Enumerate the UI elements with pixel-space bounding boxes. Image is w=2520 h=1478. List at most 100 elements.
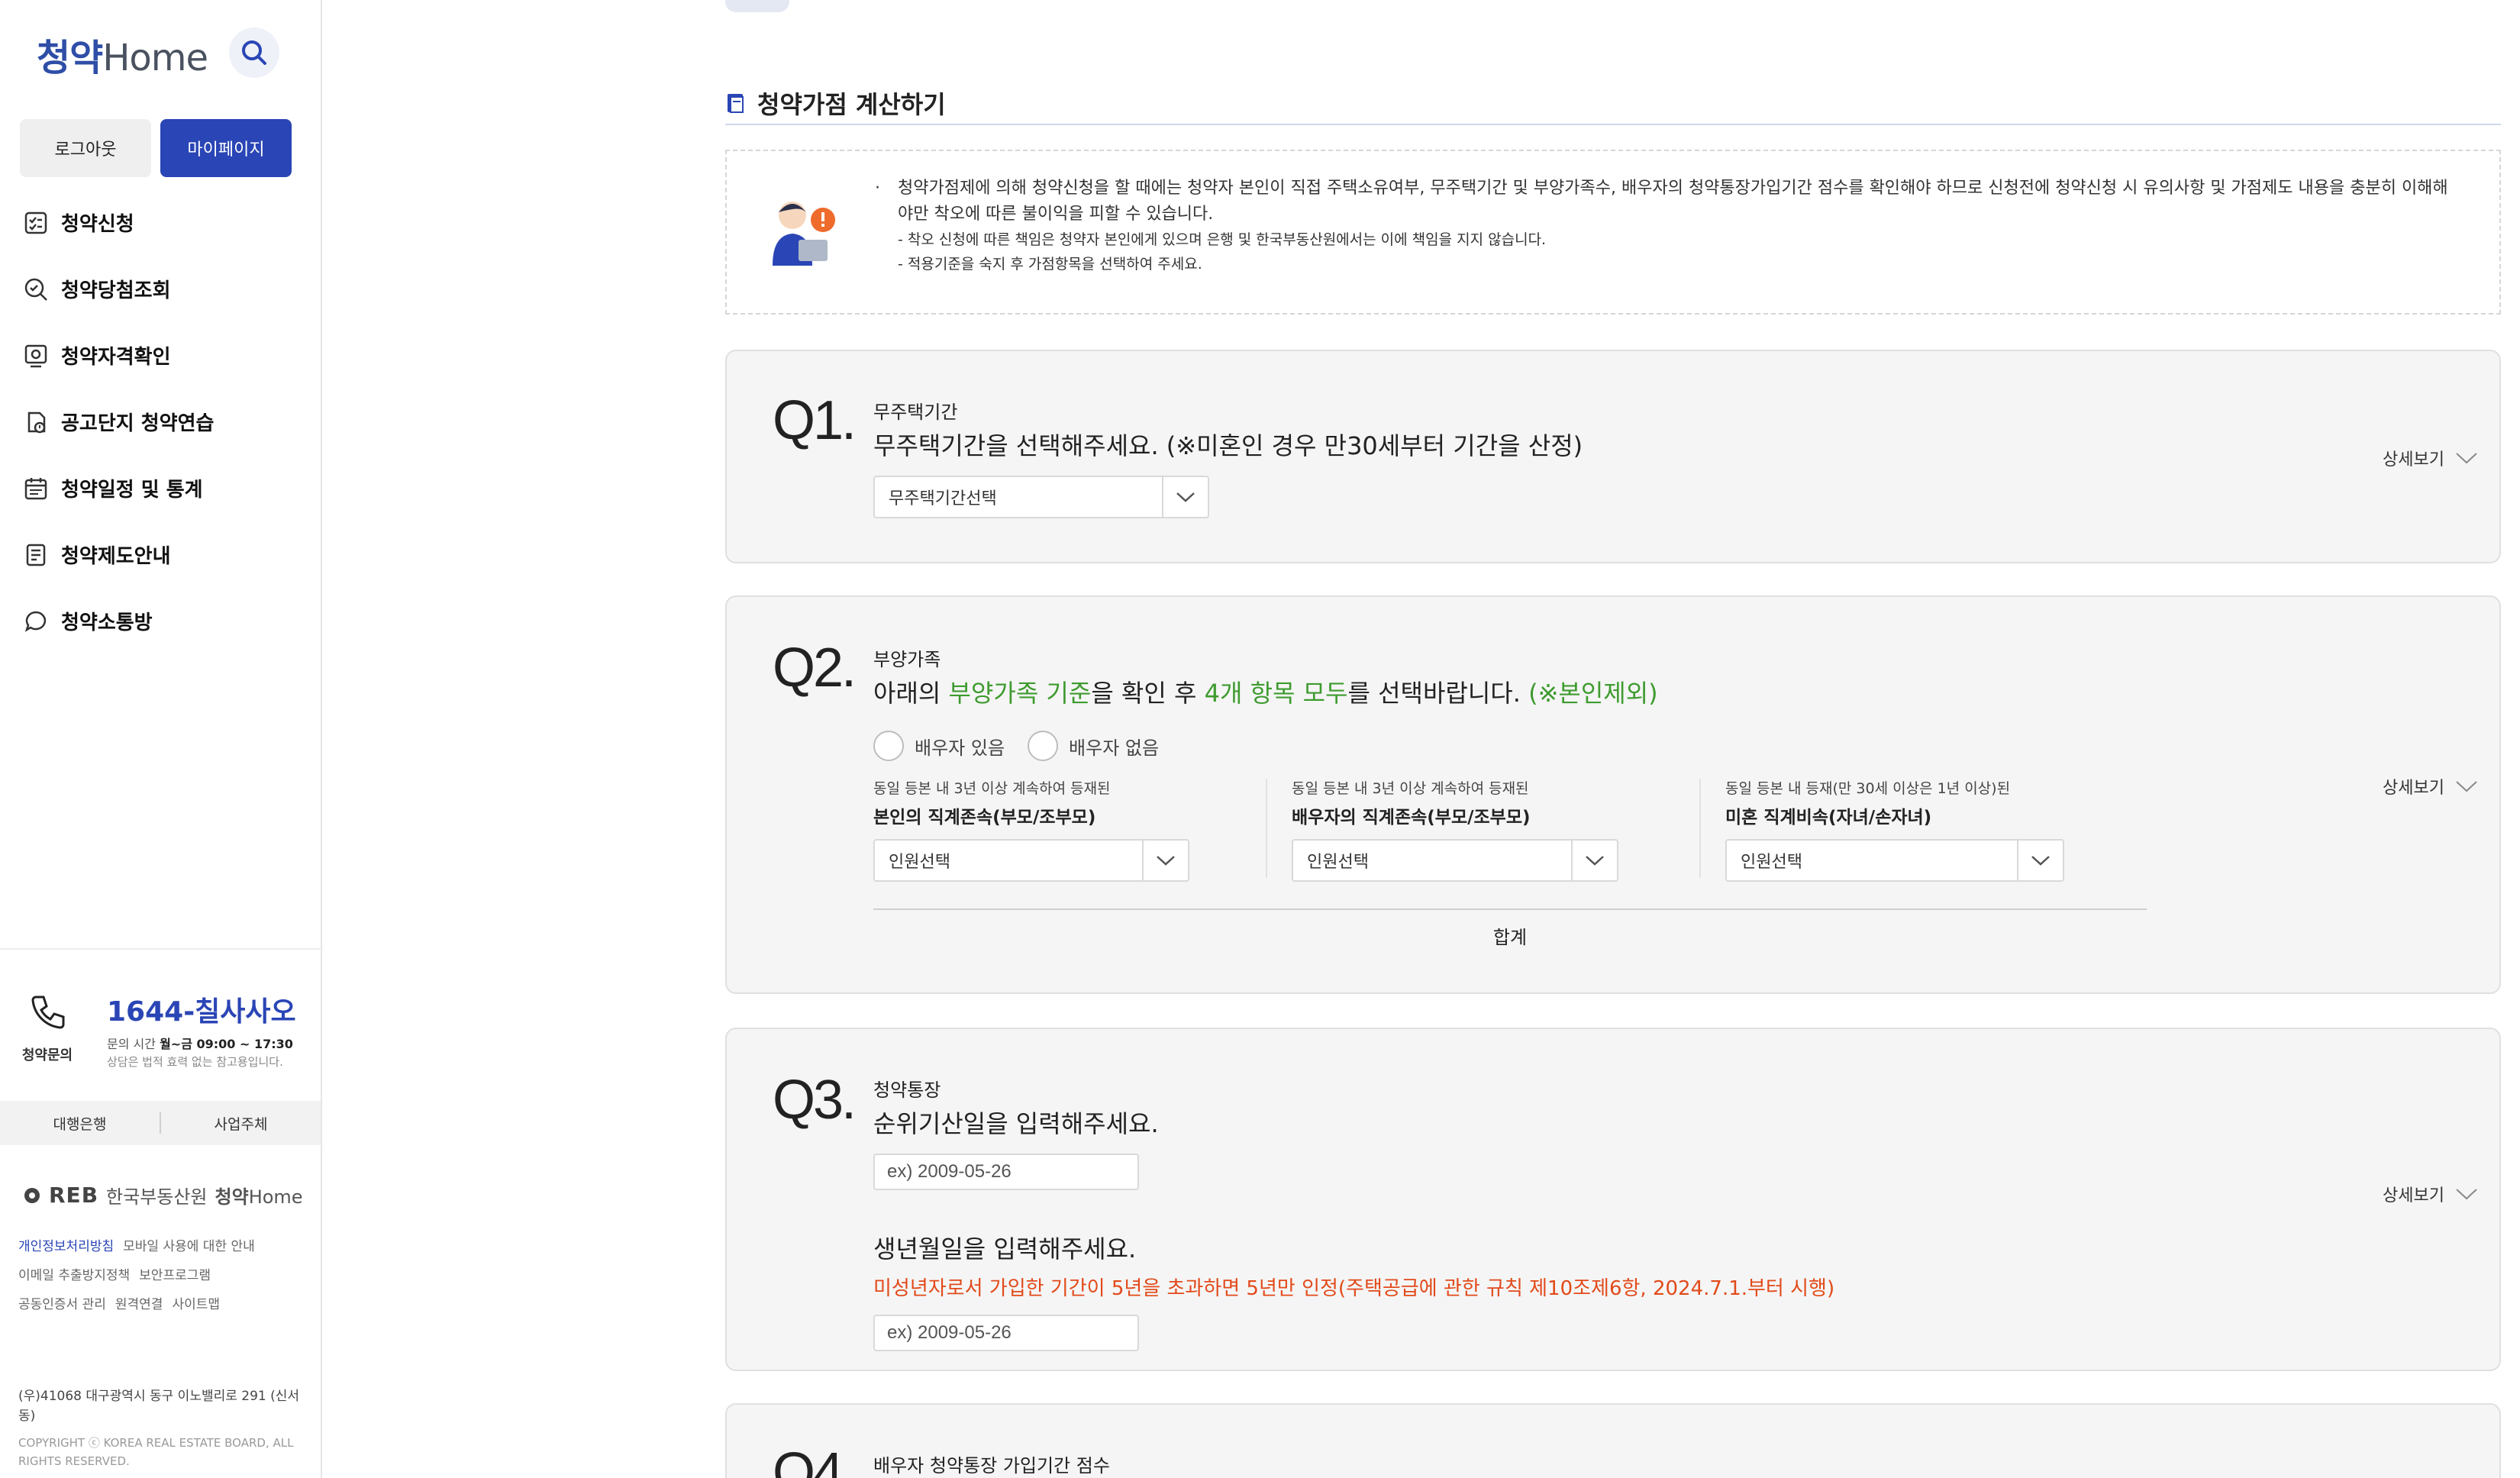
radio-label: 배우자 없음 xyxy=(1069,737,1160,759)
search-button[interactable] xyxy=(229,27,279,78)
sidebar-item-practice[interactable]: 공고단지 청약연습 xyxy=(23,389,313,455)
chevron-down-icon xyxy=(2031,856,2050,866)
reb-text: 한국부동산원 xyxy=(106,1186,208,1208)
dependent-condition: 동일 등본 내 등재(만 30세 이상은 1년 이상)된 xyxy=(1725,780,2011,797)
question-number: Q2. xyxy=(773,637,857,699)
dependent-criteria-highlight: 부양가족 기준 xyxy=(948,679,1092,708)
question-category: 청약통장 xyxy=(873,1079,941,1101)
notice-sub-2: - 적용기준을 숙지 후 가점항목을 선택하여 주세요. xyxy=(898,256,1202,273)
question-text-birthdate: 생년월일을 입력해주세요. xyxy=(873,1234,1137,1263)
chevron-down-icon xyxy=(2456,453,2477,464)
main-content: 청약가점 계산하기 · 청약가점제에 의해 청약신청을 할 때에는 청약자 본인이… xyxy=(725,0,2504,1478)
dependent-label: 배우자의 직계존속(부모/조부모) xyxy=(1292,808,1531,828)
section-header: 청약가점 계산하기 xyxy=(725,82,2501,125)
dependent-condition: 동일 등본 내 3년 이상 계속하여 등재된 xyxy=(873,780,1111,797)
tab-business-entity[interactable]: 사업주체 xyxy=(161,1113,321,1134)
reb-logo-prefix: 청약 xyxy=(215,1186,249,1208)
notice-box: · 청약가점제에 의해 청약신청을 할 때에는 청약자 본인이 직접 주택소유여부… xyxy=(725,150,2501,315)
link-email[interactable]: 이메일 추출방지정책 xyxy=(18,1268,130,1283)
sidebar-item-label: 청약제도안내 xyxy=(61,545,171,568)
sidebar-item-qualification[interactable]: 청약자격확인 xyxy=(23,322,313,389)
detail-label: 상세보기 xyxy=(2383,1186,2444,1205)
question-card-q1: Q1. 무주택기간 무주택기간을 선택해주세요. (※미혼인 경우 만30세부터… xyxy=(725,350,2501,563)
contact-phone[interactable]: 청약문의 xyxy=(17,992,78,1064)
link-privacy[interactable]: 개인정보처리방침 xyxy=(18,1239,114,1254)
sidebar-item-result[interactable]: 청약당첨조회 xyxy=(23,256,313,322)
dependent-column-self-parents: 동일 등본 내 3년 이상 계속하여 등재된 본인의 직계존속(부모/조부모) … xyxy=(873,777,1189,882)
self-parents-count-select[interactable]: 인원선택 xyxy=(873,839,1189,882)
logo-prefix: 청약 xyxy=(37,37,103,79)
link-sitemap[interactable]: 사이트맵 xyxy=(172,1297,220,1312)
radio-label: 배우자 있음 xyxy=(915,737,1005,759)
dependent-label: 미혼 직계비속(자녀/손자녀) xyxy=(1725,808,1932,828)
site-logo[interactable]: 청약Home xyxy=(37,31,208,79)
hours-value: 월~금 09:00 ~ 17:30 xyxy=(160,1037,293,1051)
divider xyxy=(873,908,2147,910)
chevron-down-icon xyxy=(2456,781,2477,792)
dependents-grid: 동일 등본 내 3년 이상 계속하여 등재된 본인의 직계존속(부모/조부모) … xyxy=(873,777,2147,915)
question-category: 무주택기간 xyxy=(873,402,958,423)
bullet-dot: · xyxy=(875,179,880,198)
link-security[interactable]: 보안프로그램 xyxy=(139,1268,211,1283)
start-date-input[interactable]: ex) 2009-05-26 xyxy=(873,1154,1139,1190)
sidebar-item-label: 공고단지 청약연습 xyxy=(61,412,215,435)
all-items-highlight: 4개 항목 모두 xyxy=(1204,679,1348,708)
select-value: 인원선택 xyxy=(1307,853,1369,872)
qualification-icon xyxy=(24,344,47,367)
detail-toggle-q1[interactable]: 상세보기 xyxy=(2383,446,2478,470)
children-count-select[interactable]: 인원선택 xyxy=(1725,839,2064,882)
question-text: 무주택기간을 선택해주세요. (※미혼인 경우 만30세부터 기간을 산정) xyxy=(873,431,1583,460)
tab-agent-bank[interactable]: 대행은행 xyxy=(0,1113,160,1134)
chat-icon xyxy=(24,611,47,632)
question-text-part: 를 선택바랍니다. xyxy=(1347,679,1529,708)
contact-label: 청약문의 xyxy=(21,1047,73,1063)
sidebar-item-guide[interactable]: 청약제도안내 xyxy=(23,521,313,588)
select-value: 인원선택 xyxy=(889,853,950,872)
copyright: COPYRIGHT ⓒ KOREA REAL ESTATE BOARD, ALL… xyxy=(18,1436,294,1468)
sidebar-item-label: 청약소통방 xyxy=(61,612,153,634)
apply-icon xyxy=(24,211,47,234)
reb-emblem-icon xyxy=(24,1187,40,1203)
question-number: Q3. xyxy=(773,1070,857,1131)
homeless-period-select[interactable]: 무주택기간선택 xyxy=(873,476,1209,518)
question-number: Q4. xyxy=(773,1442,857,1478)
mypage-button[interactable]: 마이페이지 xyxy=(160,119,292,177)
calendar-icon xyxy=(24,477,47,499)
chevron-down-icon xyxy=(1157,856,1175,866)
contact-number: 1644-칠사사오 xyxy=(107,996,296,1028)
question-text-start-date: 순위기산일을 입력해주세요. xyxy=(873,1109,1159,1138)
spouse-yes-radio[interactable]: 배우자 있음 xyxy=(873,731,1005,761)
detail-toggle-q2[interactable]: 상세보기 xyxy=(2383,774,2478,799)
search-icon xyxy=(242,40,266,65)
sidebar-item-label: 청약자격확인 xyxy=(61,346,171,369)
top-tab-stub xyxy=(725,0,789,12)
sidebar-item-community[interactable]: 청약소통방 xyxy=(23,588,313,654)
link-certificate[interactable]: 공동인증서 관리 xyxy=(18,1297,106,1312)
minor-period-warning: 미성년자로서 가입한 기간이 5년을 초과하면 5년만 인정(주택공급에 관한 … xyxy=(873,1277,1835,1300)
reb-logo[interactable]: REB 한국부동산원 청약Home xyxy=(23,1182,303,1209)
logo-suffix: Home xyxy=(102,37,208,79)
exclude-self-note: (※본인제외) xyxy=(1528,679,1658,708)
phone-icon xyxy=(31,996,65,1029)
reb-mark: REB xyxy=(49,1183,99,1208)
chevron-down-icon xyxy=(1586,856,1604,866)
select-value: 인원선택 xyxy=(1741,853,1802,872)
dependent-column-spouse-parents: 동일 등본 내 3년 이상 계속하여 등재된 배우자의 직계존속(부모/조부모)… xyxy=(1292,777,1618,882)
sidebar-item-schedule[interactable]: 청약일정 및 통계 xyxy=(23,455,313,521)
divider xyxy=(1266,779,1267,878)
detail-label: 상세보기 xyxy=(2383,450,2444,470)
spouse-parents-count-select[interactable]: 인원선택 xyxy=(1292,839,1618,882)
question-number: Q1. xyxy=(773,390,857,451)
birthdate-input[interactable]: ex) 2009-05-26 xyxy=(873,1315,1139,1351)
spouse-no-radio[interactable]: 배우자 없음 xyxy=(1028,731,1159,761)
contact-note: 상담은 법적 효력 없는 참고용입니다. xyxy=(107,1055,283,1069)
sidebar-item-label: 청약당첨조회 xyxy=(61,279,171,302)
logout-button[interactable]: 로그아웃 xyxy=(20,119,151,177)
question-card-q2: Q2. 부양가족 아래의 부양가족 기준을 확인 후 4개 항목 모두를 선택바… xyxy=(725,595,2501,994)
practice-icon xyxy=(27,411,46,433)
detail-toggle-q3[interactable]: 상세보기 xyxy=(2383,1182,2478,1206)
sidebar-item-apply[interactable]: 청약신청 xyxy=(23,189,313,256)
question-card-q4: Q4. 배우자 청약통장 가입기간 점수 xyxy=(725,1403,2501,1478)
link-mobile[interactable]: 모바일 사용에 대한 안내 xyxy=(123,1239,255,1254)
link-remote[interactable]: 원격연결 xyxy=(115,1297,163,1312)
